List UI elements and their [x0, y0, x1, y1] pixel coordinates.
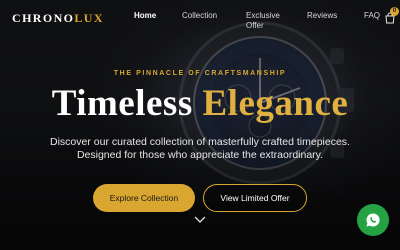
- hero-eyebrow: THE PINNACLE OF CRAFTSMANSHIP: [113, 70, 287, 77]
- hero-subtitle-line1: Discover our curated collection of maste…: [50, 136, 350, 148]
- view-limited-offer-button[interactable]: View Limited Offer: [203, 184, 307, 212]
- nav-item-collection[interactable]: Collection: [182, 11, 217, 21]
- hero-subtitle-line2: Designed for those who appreciate the ex…: [76, 149, 324, 161]
- whatsapp-chat-button[interactable]: [357, 204, 389, 236]
- whatsapp-icon: [366, 213, 380, 227]
- explore-collection-button[interactable]: Explore Collection: [93, 184, 195, 212]
- nav-item-faq[interactable]: FAQ: [364, 11, 380, 21]
- headline-word-1: Timeless: [51, 83, 193, 124]
- nav-item-reviews[interactable]: Reviews: [307, 11, 337, 21]
- hero-overlay: [0, 0, 400, 250]
- nav-item-home[interactable]: Home: [134, 11, 156, 21]
- top-navigation: CHRONOLUX Home Collection Exclusive Offe…: [0, 0, 400, 34]
- brand-name-part2: LUX: [74, 11, 104, 25]
- headline-word-2: Elegance: [202, 83, 349, 124]
- hero-headline: Timeless Elegance: [0, 83, 400, 125]
- chevron-down-icon[interactable]: [194, 215, 206, 225]
- nav-item-exclusive-offer[interactable]: Exclusive Offer: [246, 11, 286, 31]
- brand-name-part1: CHRONO: [12, 11, 75, 25]
- brand-logo[interactable]: CHRONOLUX: [12, 11, 104, 26]
- cart-count-badge: 0: [390, 7, 399, 16]
